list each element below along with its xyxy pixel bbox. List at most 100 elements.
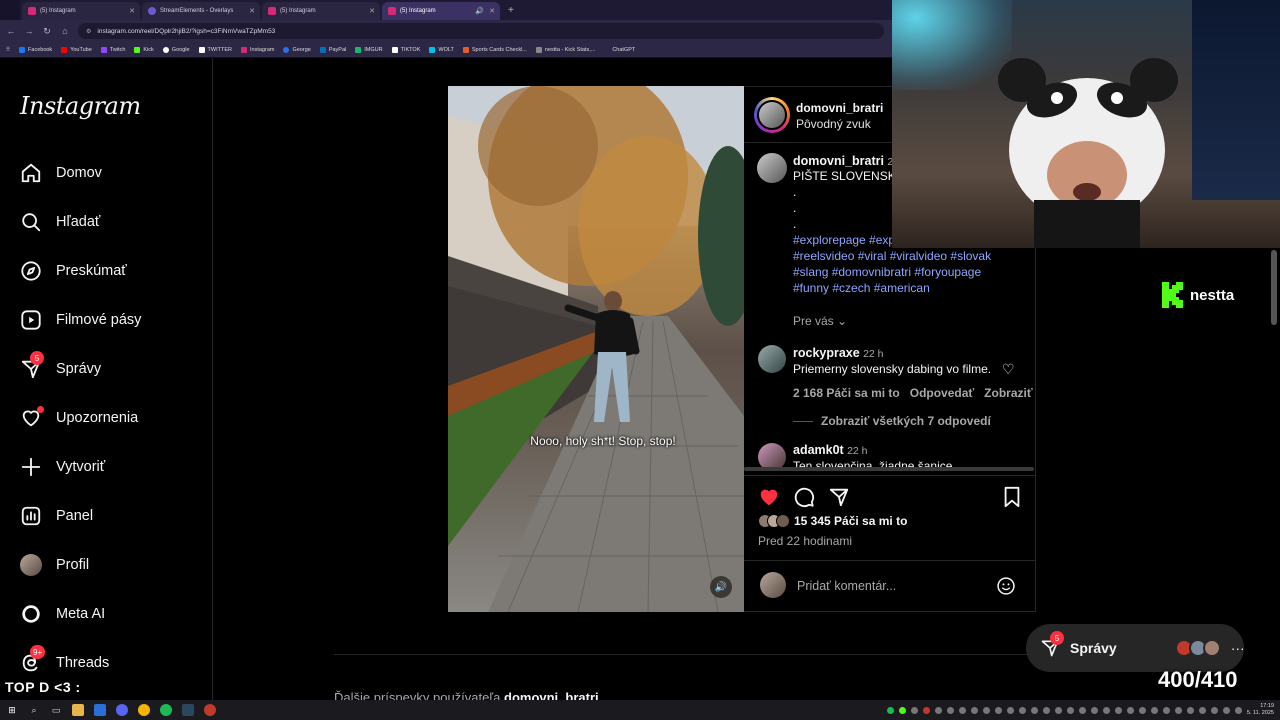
hashtags[interactable]: #funny #czech #american: [793, 281, 930, 295]
tray-app-icon[interactable]: [1150, 706, 1158, 714]
tray-app-icon[interactable]: [1222, 706, 1230, 714]
audio-label[interactable]: Pôvodný zvuk: [796, 117, 871, 131]
nav-threads[interactable]: 9+ Threads: [20, 645, 109, 674]
nav-explore[interactable]: Preskúmať: [20, 260, 127, 282]
nav-meta-ai[interactable]: Meta AI: [20, 603, 105, 625]
bookmark-item[interactable]: YouTube: [61, 46, 92, 53]
hashtags[interactable]: #explorepage #exp: [793, 233, 895, 247]
task-view-icon[interactable]: ▭: [50, 704, 62, 716]
nav-create[interactable]: Vytvoriť: [20, 456, 105, 478]
tray-app-icon[interactable]: [922, 706, 930, 714]
tray-app-icon[interactable]: [1174, 706, 1182, 714]
bookmark-item[interactable]: Instagram: [241, 46, 274, 53]
home-icon[interactable]: ⌂: [60, 26, 70, 36]
translate-button[interactable]: Zobraziť preklad: [984, 386, 1035, 400]
nav-messages[interactable]: 5 Správy: [20, 351, 101, 380]
bookmark-save-icon[interactable]: [1002, 486, 1022, 513]
share-icon[interactable]: [828, 486, 850, 513]
tray-app-icon[interactable]: [1102, 706, 1110, 714]
tray-app-icon[interactable]: [886, 706, 894, 714]
tray-app-icon[interactable]: [1030, 706, 1038, 714]
view-replies[interactable]: Zobraziť všetkých 7 odpovedí: [793, 414, 991, 428]
close-tab-icon[interactable]: ✕: [249, 7, 255, 15]
reply-button[interactable]: Odpovedať: [910, 386, 974, 400]
tray-app-icon[interactable]: [910, 706, 918, 714]
nav-reels[interactable]: Filmové pásy: [20, 309, 141, 331]
comment-input[interactable]: Pridať komentár...: [797, 579, 896, 593]
bookmark-item[interactable]: ChatGPT: [612, 47, 635, 53]
bookmark-item[interactable]: TWITTER: [198, 46, 232, 53]
tray-app-icon[interactable]: [970, 706, 978, 714]
browser-tab[interactable]: (5) Instagram ✕: [22, 2, 140, 20]
close-tab-icon[interactable]: ✕: [129, 7, 135, 15]
author-username[interactable]: domovni_bratri: [796, 101, 883, 115]
url-field[interactable]: ⚙ instagram.com/reel/DQplr2hjiB2/?igsh=c…: [78, 23, 884, 39]
bookmark-item[interactable]: Sports Cards Checkl...: [462, 46, 527, 53]
tray-app-icon[interactable]: [982, 706, 990, 714]
tray-app-icon[interactable]: [1090, 706, 1098, 714]
messages-pill[interactable]: 5 Správy ···: [1026, 624, 1245, 672]
emoji-icon[interactable]: [996, 576, 1016, 601]
tray-app-icon[interactable]: [1198, 706, 1206, 714]
bookmark-item[interactable]: nestta - Kick Stats,...: [535, 46, 595, 53]
nav-notifications[interactable]: Upozornenia: [20, 406, 138, 429]
caption-author[interactable]: domovni_bratri: [793, 154, 884, 168]
nav-profile[interactable]: Profil: [20, 554, 89, 576]
tray-app-icon[interactable]: [994, 706, 1002, 714]
nav-search[interactable]: Hľadať: [20, 211, 100, 233]
instagram-logo[interactable]: Instagram: [20, 92, 141, 120]
post-time[interactable]: Pred 22 hodinami: [758, 534, 852, 548]
tray-app-icon[interactable]: [1162, 706, 1170, 714]
bookmark-item[interactable]: Google: [162, 46, 190, 53]
bookmark-item[interactable]: Facebook: [19, 46, 52, 53]
tray-app-icon[interactable]: [898, 706, 906, 714]
hashtags[interactable]: #slang #domovnibratri #foryoupage: [793, 265, 981, 279]
bookmark-item[interactable]: George: [283, 46, 311, 53]
like-heart-icon[interactable]: [758, 486, 780, 513]
more-options-icon[interactable]: ···: [1231, 640, 1245, 656]
tray-app-icon[interactable]: [1054, 706, 1062, 714]
comment-bubble-icon[interactable]: [793, 486, 815, 513]
back-icon[interactable]: ←: [6, 26, 16, 36]
tray-app-icon[interactable]: [1210, 706, 1218, 714]
bookmark-item[interactable]: PayPal: [319, 46, 346, 53]
tray-app-icon[interactable]: [934, 706, 942, 714]
tray-app-icon[interactable]: [1234, 706, 1242, 714]
nav-dashboard[interactable]: Panel: [20, 505, 93, 527]
steam-icon[interactable]: [182, 704, 194, 716]
windows-start-icon[interactable]: ⊞: [6, 704, 18, 716]
comment-likes[interactable]: 2 168 Páči sa mi to: [793, 386, 900, 400]
reload-icon[interactable]: ↻: [42, 26, 52, 37]
file-explorer-icon[interactable]: [72, 704, 84, 716]
search-icon[interactable]: ⌕: [28, 704, 40, 716]
tray-app-icon[interactable]: [1078, 706, 1086, 714]
tray-app-icon[interactable]: [1018, 706, 1026, 714]
tray-app-icon[interactable]: [1066, 706, 1074, 714]
comment-like-heart-icon[interactable]: ♡: [1002, 361, 1015, 378]
forward-icon[interactable]: →: [24, 26, 34, 36]
hashtags[interactable]: #reelsvideo #viral #viralvideo #slovak: [793, 249, 991, 263]
commenter-username[interactable]: adamk0t: [793, 443, 844, 457]
close-tab-icon[interactable]: ✕: [369, 7, 375, 15]
likes-summary[interactable]: 15 345 Páči sa mi to: [758, 514, 907, 528]
tray-app-icon[interactable]: [1126, 706, 1134, 714]
page-scrollbar[interactable]: [1271, 250, 1277, 325]
commenter-username[interactable]: rockypraxe: [793, 346, 860, 360]
mute-toggle-icon[interactable]: 🔊: [710, 576, 732, 598]
reel-video[interactable]: Nooo, holy sh*t! Stop, stop! 🔊: [448, 86, 744, 612]
nav-home[interactable]: Domov: [20, 162, 102, 184]
chrome-icon[interactable]: [138, 704, 150, 716]
tray-app-icon[interactable]: [1138, 706, 1146, 714]
browser-tab[interactable]: StreamElements - Overlays ✕: [142, 2, 260, 20]
see-translation[interactable]: Pre vás ⌄: [793, 314, 847, 328]
tray-app-icon[interactable]: [946, 706, 954, 714]
bookmark-item[interactable]: WOLT: [429, 46, 454, 53]
browser-tab[interactable]: (5) Instagram ✕: [262, 2, 380, 20]
speaker-icon[interactable]: 🔊: [475, 7, 484, 15]
caption-author-avatar[interactable]: [757, 153, 787, 183]
new-tab-icon[interactable]: +: [508, 2, 514, 20]
obs-icon[interactable]: [204, 704, 216, 716]
store-icon[interactable]: [94, 704, 106, 716]
bookmark-item[interactable]: TIKTOK: [391, 46, 420, 53]
site-info-icon[interactable]: ⚙: [86, 28, 91, 35]
